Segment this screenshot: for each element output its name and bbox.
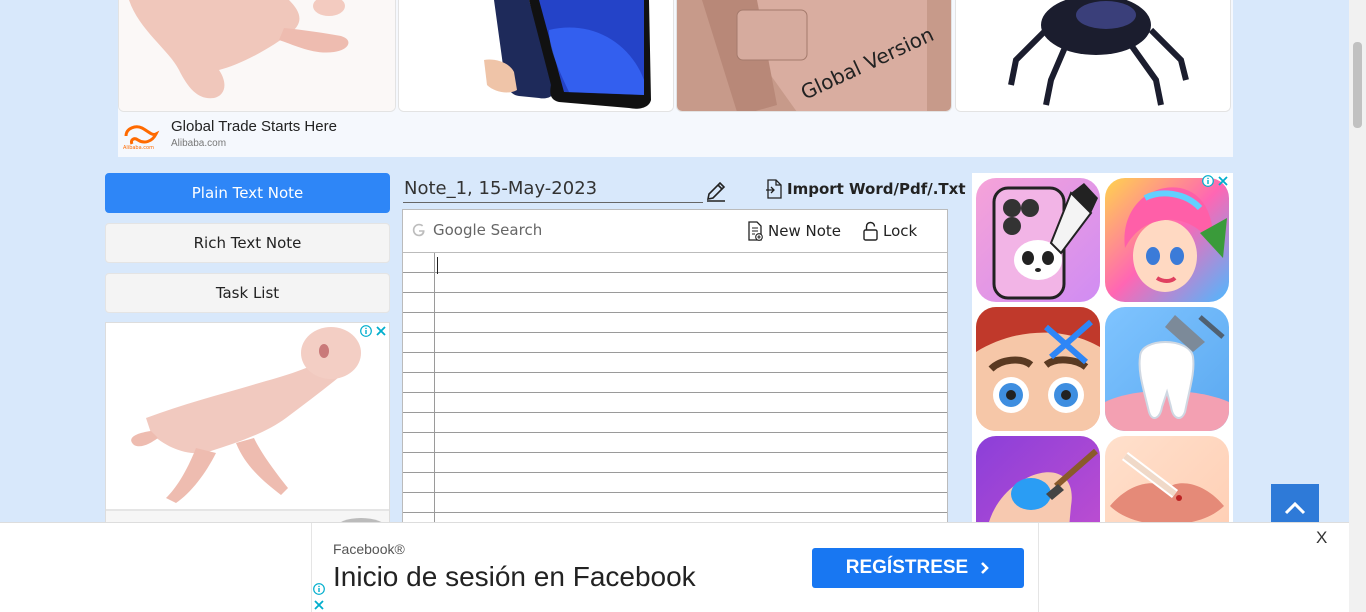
facebook-ad-card[interactable]: Facebook® Inicio de sesión en Facebook R… — [311, 523, 1039, 612]
game-icon-phone-case[interactable] — [976, 178, 1100, 302]
pencil-edit-icon[interactable] — [705, 180, 727, 202]
right-ad-choices[interactable] — [1202, 175, 1229, 187]
text-caret — [437, 257, 438, 274]
document-import-icon — [766, 179, 782, 199]
ad-brand-domain: Alibaba.com — [171, 138, 227, 149]
ad-headline[interactable]: Inicio de sesión en Facebook — [333, 561, 696, 593]
close-icon[interactable] — [313, 599, 325, 611]
alibaba-logo-icon: Alibaba.com — [123, 125, 160, 150]
register-label: REGÍSTRESE — [845, 557, 969, 578]
left-sidebar-ad[interactable] — [105, 322, 390, 532]
left-ad-choices[interactable] — [360, 325, 387, 337]
note-text-area[interactable] — [403, 253, 947, 528]
right-sidebar-ad[interactable] — [972, 173, 1233, 529]
ad-tile-robot-spider[interactable] — [955, 0, 1231, 112]
game-icon-eyebrow-salon[interactable] — [976, 307, 1100, 431]
import-document-link[interactable]: Import Word/Pdf/.Txt — [765, 178, 965, 200]
ad-brand-title: Global Trade Starts Here — [171, 118, 337, 135]
game-icon-hair-salon[interactable] — [1105, 178, 1229, 302]
google-search-placeholder: Google Search — [433, 221, 543, 239]
register-button[interactable]: REGÍSTRESE — [812, 548, 1024, 588]
scrollbar-thumb[interactable] — [1353, 42, 1362, 128]
game-icon-lip-filler[interactable] — [1105, 436, 1229, 529]
lock-button[interactable]: Lock — [863, 221, 917, 241]
bottom-anchor-ad[interactable]: Facebook® Inicio de sesión en Facebook R… — [0, 522, 1349, 612]
note-title-field[interactable]: Note_1, 15-May-2023 — [403, 176, 703, 203]
google-search-box[interactable]: Google Search — [411, 221, 542, 239]
import-label: Import Word/Pdf/.Txt — [787, 180, 966, 198]
ad-advertiser: Facebook® — [333, 541, 405, 557]
chevron-up-icon — [1284, 501, 1306, 515]
ad-tile-phone[interactable] — [398, 0, 674, 112]
info-icon[interactable] — [360, 325, 372, 337]
close-ad-button[interactable]: X — [1316, 528, 1327, 548]
close-icon[interactable] — [1217, 175, 1229, 187]
new-note-label: New Note — [768, 222, 841, 240]
info-icon[interactable] — [1202, 175, 1214, 187]
game-icon-dentist[interactable] — [1105, 307, 1229, 431]
ad-tile-baby-doll[interactable] — [118, 0, 396, 112]
note-editor[interactable]: Google Search New Note Lock — [402, 209, 948, 529]
new-note-button[interactable]: New Note — [747, 221, 841, 241]
chevron-right-icon — [981, 562, 990, 574]
margin-line — [434, 253, 435, 528]
info-icon[interactable] — [313, 583, 325, 595]
editor-toolbar: Google Search New Note Lock — [403, 210, 947, 253]
lock-icon — [863, 221, 878, 241]
google-g-icon — [412, 223, 425, 237]
ad-brand-row[interactable]: Alibaba.com Global Trade Starts Here Ali… — [122, 118, 522, 152]
plain-text-note-button[interactable]: Plain Text Note — [105, 173, 390, 213]
svg-text:Alibaba.com: Alibaba.com — [123, 145, 154, 150]
task-list-button[interactable]: Task List — [105, 273, 390, 313]
close-icon[interactable] — [375, 325, 387, 337]
top-banner-ad[interactable]: Global Version Alibaba.com Global Trade … — [118, 0, 1233, 157]
game-icon-nail-art[interactable] — [976, 436, 1100, 529]
rich-text-note-button[interactable]: Rich Text Note — [105, 223, 390, 263]
ad-tile-phone-case[interactable]: Global Version — [676, 0, 952, 112]
page-scrollbar[interactable] — [1349, 0, 1366, 612]
new-note-icon — [748, 221, 763, 241]
lock-label: Lock — [883, 222, 918, 240]
